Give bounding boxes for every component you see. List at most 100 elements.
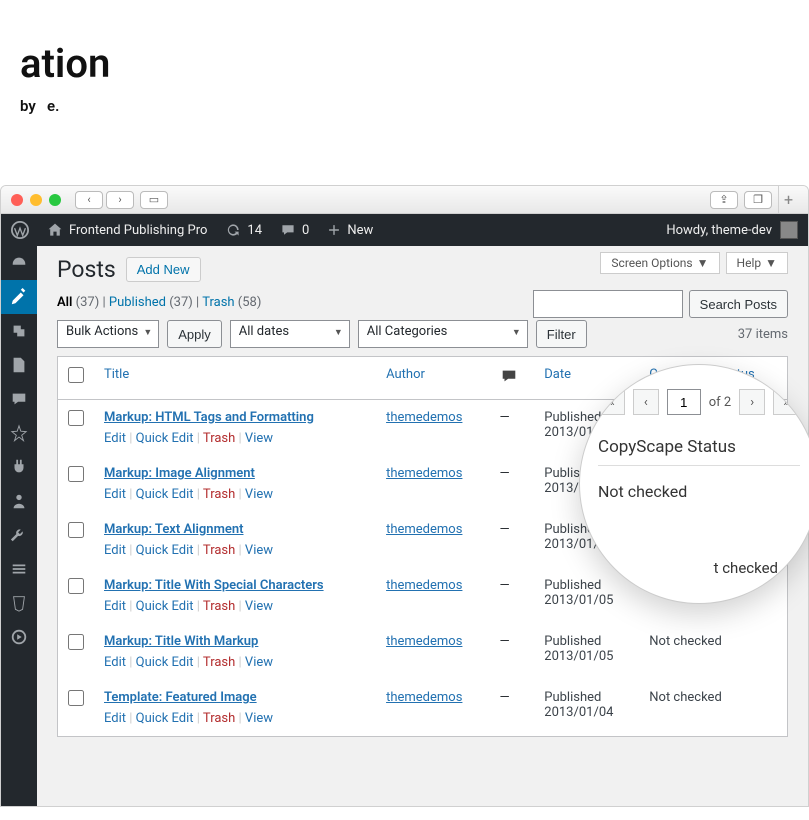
row-checkbox[interactable] (68, 410, 84, 426)
view-link[interactable]: View (245, 711, 273, 726)
post-title-link[interactable]: Markup: HTML Tags and Formatting (104, 410, 314, 425)
post-title-link[interactable]: Template: Featured Image (104, 690, 257, 705)
quick-edit-link[interactable]: Quick Edit (136, 599, 194, 614)
menu-comments[interactable] (1, 382, 37, 416)
col-author[interactable]: Author (376, 357, 489, 400)
page-number-input[interactable] (667, 389, 701, 415)
trash-link[interactable]: Trash (203, 431, 235, 446)
traffic-lights[interactable] (11, 194, 61, 206)
search-posts-button[interactable]: Search Posts (689, 290, 788, 318)
menu-custom-2[interactable] (1, 620, 37, 654)
sidebar-toggle-icon[interactable]: ▭ (140, 191, 168, 209)
view-link[interactable]: View (245, 655, 273, 670)
comments-link[interactable]: 0 (280, 222, 309, 238)
trash-link[interactable]: Trash (203, 487, 235, 502)
col-comments[interactable] (490, 357, 535, 400)
edit-link[interactable]: Edit (104, 599, 126, 614)
quick-edit-link[interactable]: Quick Edit (136, 431, 194, 446)
edit-link[interactable]: Edit (104, 711, 126, 726)
menu-plugins[interactable] (1, 450, 37, 484)
trash-link[interactable]: Trash (203, 543, 235, 558)
site-name-link[interactable]: Frontend Publishing Pro (47, 222, 207, 238)
filter-button[interactable]: Filter (536, 320, 587, 348)
edit-link[interactable]: Edit (104, 655, 126, 670)
magnifier-partial-text: t checked (714, 559, 778, 577)
trash-link[interactable]: Trash (203, 655, 235, 670)
trash-link[interactable]: Trash (203, 599, 235, 614)
edit-link[interactable]: Edit (104, 543, 126, 558)
menu-custom-1[interactable] (1, 586, 37, 620)
date-filter-select[interactable]: All dates (230, 320, 350, 348)
author-link[interactable]: themedemos (386, 466, 462, 481)
filter-all[interactable]: All (37) (57, 295, 99, 310)
bulk-actions-select[interactable]: Bulk Actions (57, 320, 159, 348)
post-title-link[interactable]: Markup: Text Alignment (104, 522, 244, 537)
mac-titlebar: ‹ › ▭ ⇪ ❐ + (1, 186, 808, 214)
search-input[interactable] (533, 290, 683, 318)
menu-dashboard[interactable] (1, 246, 37, 280)
view-link[interactable]: View (245, 431, 273, 446)
comments-cell: — (490, 400, 535, 456)
author-link[interactable]: themedemos (386, 410, 462, 425)
view-link[interactable]: View (245, 599, 273, 614)
date-cell: Published2013/01/05 (534, 624, 639, 680)
minimize-window-icon[interactable] (30, 194, 42, 206)
quick-edit-link[interactable]: Quick Edit (136, 655, 194, 670)
share-icon[interactable]: ⇪ (710, 191, 738, 209)
quick-edit-link[interactable]: Quick Edit (136, 711, 194, 726)
tabs-icon[interactable]: ❐ (744, 191, 772, 209)
add-new-button[interactable]: Add New (126, 257, 201, 282)
row-checkbox[interactable] (68, 466, 84, 482)
post-title-link[interactable]: Markup: Image Alignment (104, 466, 255, 481)
next-page-button[interactable]: › (739, 389, 765, 415)
hero-subtitle: by e. (20, 97, 789, 115)
post-title-link[interactable]: Markup: Title With Special Characters (104, 578, 324, 593)
author-link[interactable]: themedemos (386, 690, 462, 705)
screen-options-button[interactable]: Screen Options ▼ (600, 252, 719, 274)
row-checkbox[interactable] (68, 690, 84, 706)
edit-link[interactable]: Edit (104, 487, 126, 502)
quick-edit-link[interactable]: Quick Edit (136, 487, 194, 502)
close-window-icon[interactable] (11, 194, 23, 206)
select-all-checkbox[interactable] (68, 367, 84, 383)
filter-published[interactable]: Published (37) (109, 295, 193, 310)
table-row: Template: Featured ImageEdit | Quick Edi… (58, 680, 787, 736)
prev-page-button[interactable]: ‹ (633, 389, 659, 415)
menu-users[interactable] (1, 484, 37, 518)
apply-button[interactable]: Apply (167, 320, 222, 348)
post-title-link[interactable]: Markup: Title With Markup (104, 634, 258, 649)
row-checkbox[interactable] (68, 522, 84, 538)
updates-link[interactable]: 14 (225, 222, 262, 238)
table-row: Markup: Title With Markup Edit | Quick Ed… (58, 624, 787, 680)
comment-icon (500, 367, 518, 385)
author-link[interactable]: themedemos (386, 578, 462, 593)
forward-button[interactable]: › (106, 191, 134, 209)
new-content-link[interactable]: New (327, 223, 373, 238)
back-button[interactable]: ‹ (75, 191, 103, 209)
col-title[interactable]: Title (94, 357, 376, 400)
menu-settings[interactable] (1, 552, 37, 586)
new-tab-button[interactable]: + (778, 186, 798, 214)
wp-logo-icon[interactable] (11, 221, 29, 239)
howdy-account[interactable]: Howdy, theme-dev (666, 221, 798, 239)
author-link[interactable]: themedemos (386, 634, 462, 649)
menu-posts[interactable] (1, 280, 37, 314)
trash-link[interactable]: Trash (203, 711, 235, 726)
row-checkbox[interactable] (68, 634, 84, 650)
edit-link[interactable]: Edit (104, 431, 126, 446)
maximize-window-icon[interactable] (49, 194, 61, 206)
category-filter-select[interactable]: All Categories (358, 320, 528, 348)
author-link[interactable]: themedemos (386, 522, 462, 537)
filter-trash[interactable]: Trash (58) (202, 295, 261, 310)
row-checkbox[interactable] (68, 578, 84, 594)
menu-pages[interactable] (1, 348, 37, 382)
menu-media[interactable] (1, 314, 37, 348)
row-actions: Edit | Quick Edit | Trash | View (104, 655, 366, 670)
view-link[interactable]: View (245, 487, 273, 502)
menu-tools[interactable] (1, 518, 37, 552)
view-link[interactable]: View (245, 543, 273, 558)
menu-appearance[interactable] (1, 416, 37, 450)
help-button[interactable]: Help ▼ (726, 252, 788, 274)
date-cell: Published2013/01/04 (534, 680, 639, 736)
quick-edit-link[interactable]: Quick Edit (136, 543, 194, 558)
